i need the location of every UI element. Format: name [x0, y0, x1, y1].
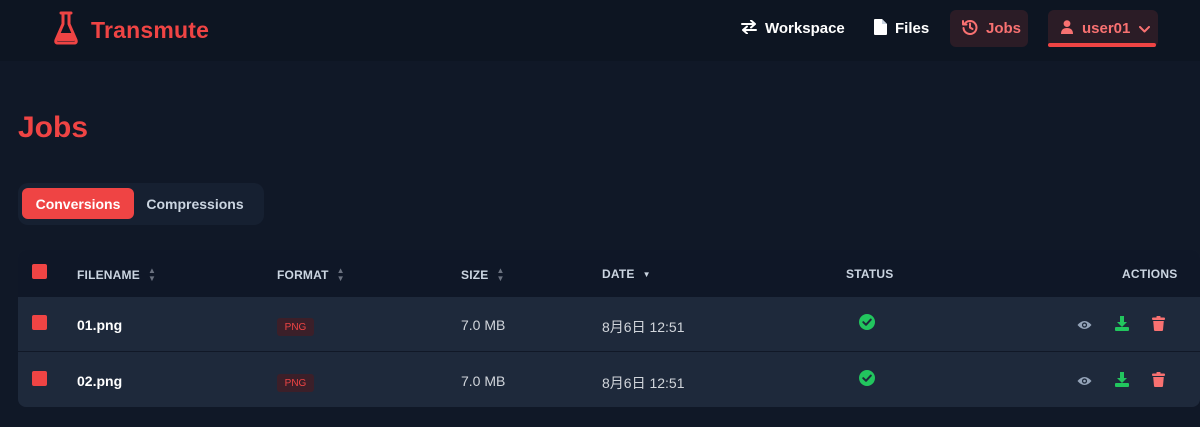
job-date: 8月6日 12:51: [602, 375, 685, 391]
table-header: FILENAME ▲ ▼ FORMAT ▲ ▼ SIZE ▲ ▼ DATE ▼ STA…: [18, 250, 1200, 297]
delete-icon[interactable]: [1150, 371, 1166, 387]
row-checkbox[interactable]: [32, 371, 47, 386]
nav-workspace-label: Workspace: [765, 20, 845, 37]
table-row: 01.png PNG 7.0 MB 8月6日 12:51: [18, 297, 1200, 352]
nav-jobs[interactable]: Jobs: [950, 10, 1028, 47]
job-date: 8月6日 12:51: [602, 319, 685, 335]
column-header-status-label: STATUS: [846, 267, 894, 281]
chevron-down-icon: [1139, 20, 1151, 37]
brand-logo[interactable]: Transmute: [54, 11, 209, 50]
sort-icon: ▲ ▼: [336, 266, 345, 283]
swap-arrows-icon: [741, 19, 765, 38]
file-size: 7.0 MB: [461, 373, 506, 389]
page-title: Jobs: [18, 111, 89, 144]
download-icon[interactable]: [1114, 315, 1130, 331]
column-header-actions-label: ACTIONS: [1122, 267, 1178, 281]
format-badge: PNG: [277, 318, 314, 336]
sort-icon: ▲ ▼: [147, 266, 157, 283]
table-row: 02.png PNG 7.0 MB 8月6日 12:51: [18, 353, 1200, 407]
nav-files[interactable]: Files: [862, 10, 941, 47]
sort-icon: ▲ ▼: [496, 266, 505, 283]
column-header-date-label: DATE: [602, 267, 635, 281]
column-header-size-label: SIZE: [461, 268, 489, 282]
column-header-status: STATUS: [846, 267, 893, 281]
history-icon: [962, 19, 986, 39]
job-type-tabs: Conversions Compressions: [18, 183, 264, 225]
column-header-format[interactable]: FORMAT ▲ ▼: [277, 267, 345, 283]
view-icon[interactable]: [1076, 373, 1092, 389]
column-header-filename-label: FILENAME: [77, 268, 140, 282]
user-icon: [1061, 19, 1073, 38]
filename[interactable]: 01.png: [77, 317, 122, 333]
column-header-date[interactable]: DATE ▼: [602, 267, 651, 281]
format-badge: PNG: [277, 374, 314, 392]
file-size: 7.0 MB: [461, 317, 506, 333]
user-menu-underline: [1048, 43, 1156, 47]
delete-icon[interactable]: [1150, 315, 1166, 331]
flask-icon: [54, 11, 78, 50]
column-header-size[interactable]: SIZE ▲ ▼: [461, 267, 505, 283]
nav-workspace[interactable]: Workspace: [729, 10, 857, 47]
filename[interactable]: 02.png: [77, 373, 122, 389]
username: user01: [1082, 20, 1131, 37]
user-menu-button[interactable]: user01: [1048, 10, 1158, 47]
check-circle-icon: [859, 314, 875, 330]
jobs-table: FILENAME ▲ ▼ FORMAT ▲ ▼ SIZE ▲ ▼ DATE ▼ STA…: [18, 250, 1200, 407]
app-name: Transmute: [91, 17, 210, 43]
tab-compressions[interactable]: Compressions: [136, 188, 254, 219]
check-circle-icon: [859, 370, 875, 386]
row-checkbox[interactable]: [32, 315, 47, 330]
select-all-checkbox[interactable]: [32, 264, 47, 279]
column-header-actions: ACTIONS: [1122, 267, 1177, 281]
view-icon[interactable]: [1076, 317, 1092, 333]
file-icon: [874, 18, 895, 39]
nav-jobs-label: Jobs: [986, 20, 1022, 37]
sort-descending-icon: ▼: [642, 269, 651, 279]
nav-files-label: Files: [895, 20, 930, 37]
column-header-format-label: FORMAT: [277, 268, 329, 282]
top-nav-bar: Transmute Workspace Files Jobs user01: [0, 0, 1200, 61]
column-header-filename[interactable]: FILENAME ▲ ▼: [77, 267, 156, 283]
tab-conversions[interactable]: Conversions: [22, 188, 134, 219]
download-icon[interactable]: [1114, 371, 1130, 387]
